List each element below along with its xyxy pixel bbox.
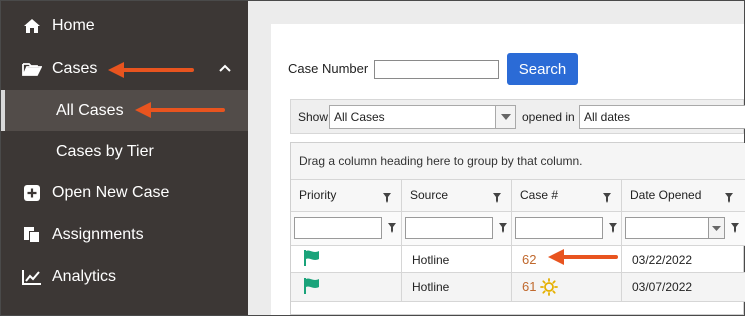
plus-square-icon [22,183,42,203]
filter-input-date-opened[interactable] [625,217,725,239]
opened-in-label: opened in [522,110,575,124]
sidebar-item-assignments[interactable]: Assignments [1,215,248,255]
filter-bar: Show All Cases opened in All dates [290,99,745,134]
column-pin-icon[interactable] [382,192,392,204]
line-chart-icon [22,267,42,287]
cases-grid: Drag a column heading here to group by t… [290,142,745,315]
sidebar-item-label: Assignments [52,226,144,243]
table-row-2-priority [291,273,402,302]
column-header-label: Source [410,188,449,202]
filter-input-case-number[interactable] [515,217,603,239]
search-button[interactable]: Search [507,53,578,85]
table-row-2-case-number: 61 [512,273,622,302]
sidebar-item-open-new-case[interactable]: Open New Case [1,173,248,213]
sidebar-item-label: Cases by Tier [56,143,154,160]
column-header-label: Priority [299,188,337,202]
filter-pin-icon[interactable] [608,222,618,234]
filter-pin-icon[interactable] [387,222,397,234]
sidebar-item-label: Cases [52,60,98,77]
sidebar-item-label: Analytics [52,268,117,285]
flag-icon [304,278,319,294]
filter-cell-priority [291,212,402,246]
case-link-61[interactable]: 61 [522,279,536,294]
sidebar-item-cases-by-tier[interactable]: Cases by Tier [1,132,248,172]
filter-cell-source [402,212,512,246]
documents-icon [22,225,42,245]
show-select[interactable]: All Cases [329,105,516,129]
chevron-down-icon[interactable] [495,106,515,128]
table-row-1-date-opened: 03/22/2022 [622,246,745,273]
case-number-label: Case Number [288,61,369,76]
sidebar-item-label: Open New Case [52,184,170,201]
case-number-input[interactable] [374,60,499,79]
sun-icon [540,278,558,296]
opened-in-select-value: All dates [584,110,631,124]
chevron-up-icon[interactable] [217,61,233,77]
sidebar-item-analytics[interactable]: Analytics [1,257,248,297]
annotation-arrow-cases [108,62,194,78]
opened-in-select[interactable]: All dates [579,105,745,129]
table-row-1-source: Hotline [402,246,512,273]
column-header-label: Case # [520,188,559,202]
table-row-2-source: Hotline [402,273,512,302]
filter-cell-date-opened [622,212,745,246]
annotation-arrow-all-cases [135,102,225,118]
filter-pin-icon[interactable] [498,222,508,234]
annotation-arrow-case-62 [548,249,618,265]
sidebar-item-label: All Cases [56,101,124,119]
chevron-down-icon[interactable] [708,218,724,238]
sidebar-item-home[interactable]: Home [1,6,248,46]
show-label: Show [298,110,329,124]
filter-input-source[interactable] [405,217,493,239]
filter-cell-case-number [512,212,622,246]
column-pin-icon[interactable] [724,192,734,204]
show-select-value: All Cases [334,110,385,124]
column-header-label: Date Opened [630,188,702,202]
flag-icon [304,250,319,266]
filter-pin-icon[interactable] [730,222,740,234]
filter-input-priority[interactable] [294,217,382,239]
home-icon [22,16,42,36]
column-pin-icon[interactable] [602,192,612,204]
sidebar: Home Cases All Cases Cases by Tier Open … [1,1,248,315]
sidebar-item-label: Home [52,17,95,34]
column-pin-icon[interactable] [492,192,502,204]
group-by-hint: Drag a column heading here to group by t… [291,143,745,180]
table-row-1-priority [291,246,402,273]
table-row-2-date-opened: 03/07/2022 [622,273,745,302]
folder-open-icon [22,59,42,79]
case-link-62[interactable]: 62 [522,252,536,267]
